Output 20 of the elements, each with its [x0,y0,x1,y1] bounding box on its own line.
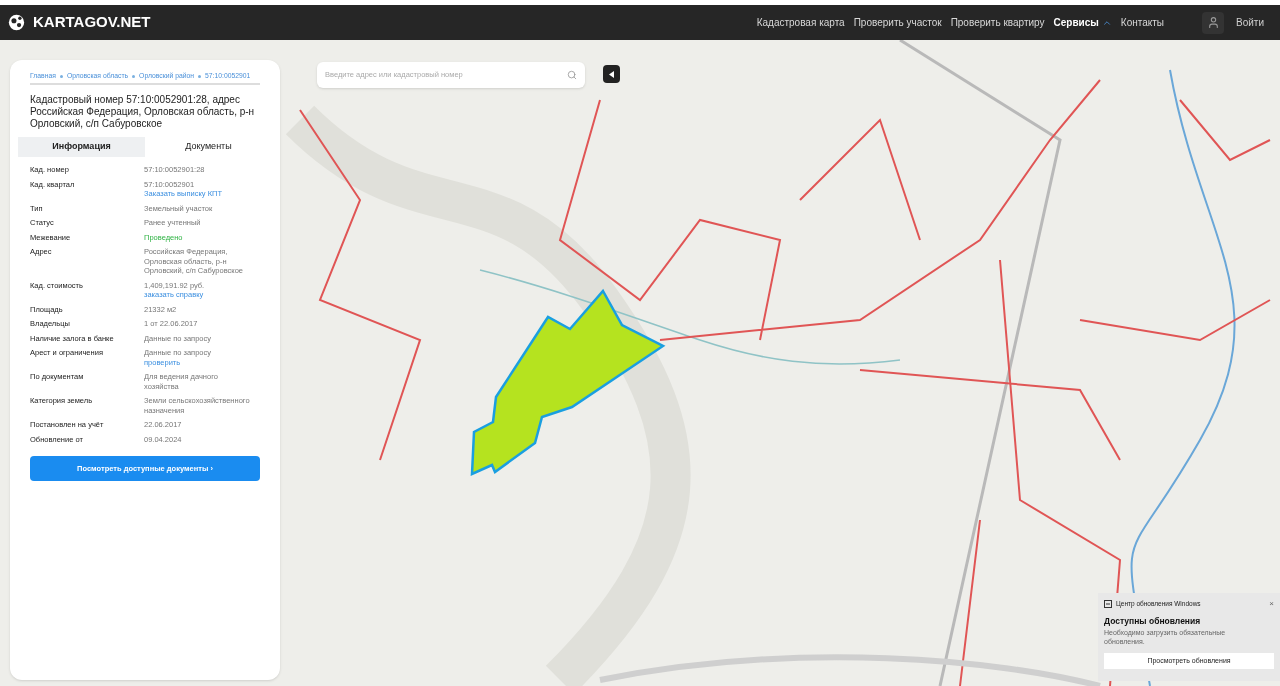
globe-icon [8,14,25,31]
update-icon [1104,599,1112,608]
caret-icon [609,70,614,78]
nav-link[interactable]: Кадастровая карта [756,15,845,30]
collapse-button[interactable] [603,65,620,83]
notification-title: Доступны обновления [1104,614,1202,628]
close-button[interactable]: × [1269,599,1274,608]
nav-link[interactable]: Проверить квартиру [950,15,1045,30]
nav-link[interactable]: Сервисы [1053,15,1099,30]
breadcrumb-separator [59,74,63,78]
search-icon [567,70,577,80]
site-logo[interactable]: KARTAGOV.NET [33,11,151,34]
parcel-title: Кадастровый номер 57:10:0052901:28, адрес Российская Федерация, Орловская область, р-н Орловский, с/п Сабуровское [30,94,256,131]
login-link[interactable]: Войти [1236,15,1264,30]
nav-link[interactable]: Контакты [1120,15,1164,30]
user-avatar[interactable] [1202,11,1224,34]
nav-link[interactable]: Проверить участок [853,15,942,30]
breadcrumb-separator [198,74,202,78]
breadcrumb-separator [132,74,136,78]
tab[interactable]: Информация [18,137,145,158]
